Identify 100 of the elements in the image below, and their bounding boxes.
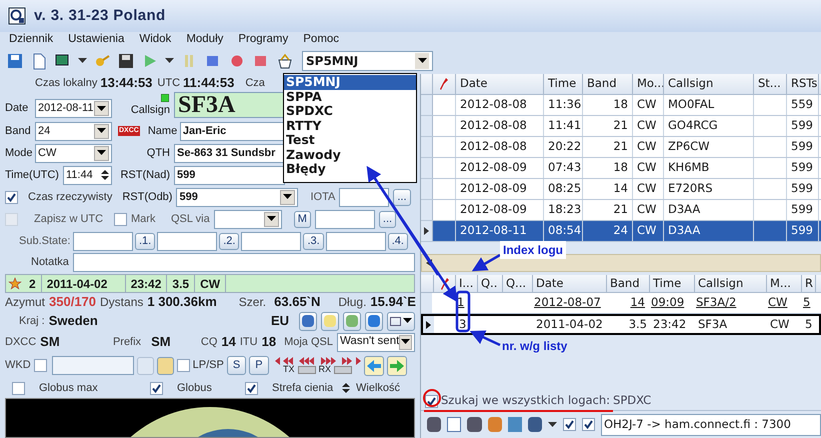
table-cell-text: 3 [458, 316, 468, 333]
table-cell: D3AA [664, 200, 754, 220]
field-label: Callsign [130, 102, 170, 118]
continent-value: EU [271, 312, 290, 330]
clock-label: UTC [157, 76, 180, 91]
field-label: Name [148, 124, 176, 139]
checkbox-label: Globus max [39, 380, 98, 396]
table-cell-text: 5 [802, 294, 812, 312]
local-time: 13:44:53 [100, 74, 152, 92]
field-label: Band [5, 124, 31, 139]
table-cell: 599 [787, 200, 819, 220]
info-label: Azymut [5, 294, 46, 311]
table-cell: KH6MB [664, 158, 754, 178]
table-cell: 14 [583, 179, 633, 199]
info-label: Szer. [238, 294, 266, 311]
table-cell-text: 2012-08-07 [533, 294, 602, 312]
table-cell: 2012-08-09 [456, 158, 544, 178]
table-cell: 08:25 [544, 179, 583, 199]
last-qso-cell: 2 [24, 274, 42, 292]
last-qso-cell: 3.5 [167, 274, 196, 292]
table-cell: CW [633, 95, 664, 115]
table-cell: ZP6CW [664, 137, 754, 157]
checkbox-label: Globus [177, 380, 212, 396]
checkbox-label: LP/SP [192, 358, 224, 374]
table-cell: 20:22 [544, 137, 583, 157]
annotation-label: nr. w/g listy [502, 338, 568, 355]
clock-label: Cza [245, 76, 265, 91]
country-value: Sweden [48, 312, 99, 330]
table-cell: 599 [787, 137, 819, 157]
table-cell: 11:36 [544, 95, 583, 115]
search-log-value: SPDXC [613, 392, 652, 410]
field-label: Time(UTC) [5, 168, 59, 183]
table-cell: 07:43 [544, 158, 583, 178]
field-label: Date [5, 100, 30, 116]
field-label: QSL via [171, 212, 210, 227]
prefix-value: SM [151, 333, 172, 352]
table-cell: 21 [583, 116, 633, 136]
longitude-value: 15.94`E [370, 293, 416, 312]
info-label: Dług. [338, 294, 366, 311]
table-cell: CW [633, 200, 664, 220]
checkbox-label: WKD [5, 358, 31, 374]
field-label: Notatka [31, 255, 69, 270]
table-cell-text: 2011-04-02 [535, 316, 604, 333]
table-cell: CW [633, 221, 664, 241]
table-cell-text: 14 [629, 294, 646, 312]
table-cell-text: CW [767, 294, 788, 312]
annotation-label: Index logu [500, 241, 566, 259]
table-cell: CW [633, 116, 664, 136]
window-title: v. 3. 31-23 Poland [34, 6, 166, 26]
azimuth-value: 350/170 [49, 293, 96, 312]
table-cell: CW [633, 137, 664, 157]
table-cell: 599 [787, 158, 819, 178]
table-cell-text: 5 [804, 316, 814, 333]
search-all-label: Szukaj we wszystkich logach: [441, 392, 610, 410]
last-qso-cell: 23:42 [126, 274, 168, 292]
cq-value: 14 [221, 333, 236, 352]
info-label: Kraj : [19, 314, 45, 329]
distance-value: 1 300.36km [147, 293, 217, 312]
table-cell: 2012-08-08 [456, 116, 544, 136]
table-cell-text: SF3A [697, 316, 728, 333]
table-cell: 2012-08-09 [456, 179, 544, 199]
table-cell: 2012-08-08 [456, 137, 544, 157]
tx-label: TX [283, 365, 295, 374]
dxcc-value: SM [40, 333, 61, 352]
info-label: CQ [200, 334, 218, 350]
table-cell: MO0FAL [664, 95, 754, 115]
table-cell: 599 [787, 221, 819, 241]
rx-label: RX [318, 365, 332, 374]
table-cell: E720RS [664, 179, 754, 199]
table-cell: 18 [583, 95, 633, 115]
field-label: IOTA [310, 190, 336, 205]
utc-time: 11:44:53 [183, 74, 234, 92]
table-cell: 18 [583, 158, 633, 178]
table-cell: 18:23 [544, 200, 583, 220]
table-cell: 21 [583, 200, 633, 220]
checkbox-label: Czas rzeczywisty [28, 190, 112, 205]
table-cell: 2012-08-08 [456, 95, 544, 115]
table-cell: CW [633, 179, 664, 199]
field-label: RST(Nad) [119, 168, 170, 183]
info-label: DXCC [5, 334, 36, 350]
table-cell: 2012-08-09 [456, 200, 544, 220]
checkbox-label: Mark [131, 212, 156, 227]
info-label: Dystans [100, 294, 144, 311]
table-cell-text: 1 [456, 294, 466, 312]
table-cell: 559 [787, 95, 819, 115]
table-cell: 599 [787, 179, 819, 199]
field-label: Mode [5, 146, 31, 161]
info-label: ITU [240, 334, 258, 350]
last-qso-cell: 2011-04-02 [42, 274, 126, 292]
checkbox-label: Strefa cienia [272, 380, 334, 396]
checkbox-label: Wielkość [356, 380, 400, 396]
table-cell: CW [633, 158, 664, 178]
table-cell: 599 [787, 116, 819, 136]
table-cell-text: SF3A/2 [695, 294, 738, 312]
table-cell: 24 [583, 221, 633, 241]
field-label: Sub.State: [19, 234, 71, 249]
table-cell-text: 23:42 [652, 316, 688, 333]
itu-value: 18 [262, 333, 276, 352]
table-cell: GO4RCG [664, 116, 754, 136]
field-label: RST(Odb) [122, 190, 172, 205]
